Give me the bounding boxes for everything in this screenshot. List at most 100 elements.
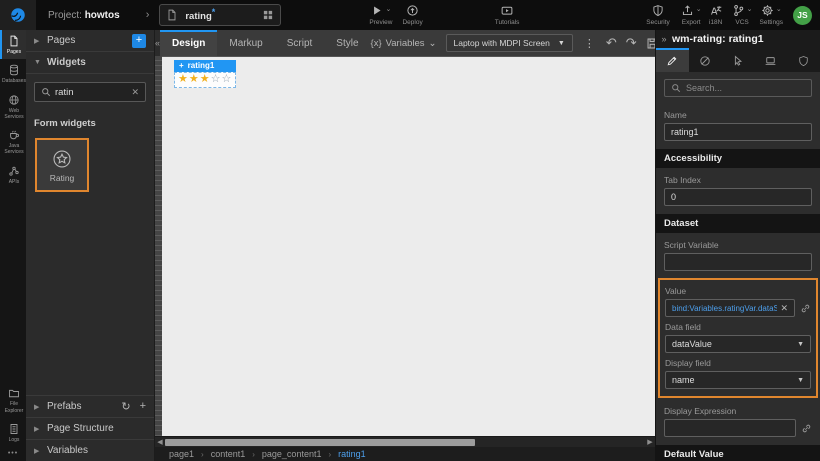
i18n-button[interactable]: i18N	[709, 4, 723, 26]
widgets-section-header[interactable]: ▼ Widgets	[26, 52, 154, 74]
tab-events[interactable]	[722, 48, 755, 72]
move-icon[interactable]: +	[179, 61, 184, 70]
properties-panel-header: » wm-rating: rating1	[656, 30, 820, 48]
rail-item-logs[interactable]: Logs	[0, 418, 26, 447]
search-icon	[41, 87, 51, 97]
tab-security[interactable]	[787, 48, 820, 72]
page-structure-section-header[interactable]: ▶ Page Structure	[26, 417, 154, 439]
gear-icon	[761, 4, 774, 17]
settings-button[interactable]: ⌄ Settings	[760, 4, 784, 26]
breadcrumb-separator: ›	[201, 450, 204, 459]
preview-button[interactable]: ⌄ Preview	[369, 4, 392, 26]
pages-section-header[interactable]: ▶ Pages +	[26, 30, 154, 52]
grid-icon[interactable]	[262, 9, 274, 21]
tab-style[interactable]: Style	[324, 30, 370, 56]
device-icon	[764, 55, 777, 67]
canvas-wrap: + rating1 ★★★☆☆	[155, 56, 655, 436]
horizontal-scrollbar[interactable]: ◀ ▶	[155, 436, 655, 447]
breadcrumb-item[interactable]: content1	[211, 449, 246, 459]
accessibility-section-header: Accessibility	[656, 149, 820, 168]
rail-item-java-services[interactable]: Java Services	[0, 124, 26, 160]
data-field-select[interactable]: dataValue ▼	[665, 335, 811, 353]
rail-item-pages[interactable]: Pages	[0, 30, 26, 59]
left-panel-spacer	[26, 192, 154, 395]
value-binding-input[interactable]: bind:Variables.ratingVar.dataSet ✕	[665, 299, 795, 317]
rating-widget-instance[interactable]: + rating1 ★★★☆☆	[174, 60, 236, 88]
display-expression-input[interactable]	[664, 419, 796, 437]
rail-item-web-services[interactable]: Web Services	[0, 89, 26, 125]
prefabs-section-header[interactable]: ▶ Prefabs ↻ +	[26, 395, 154, 417]
star-empty-icon: ☆	[211, 73, 222, 85]
tab-script[interactable]: Script	[275, 30, 325, 56]
chevron-right-icon: ▶	[34, 447, 41, 455]
variables-dropdown[interactable]: {x} Variables ⌄	[371, 38, 437, 49]
database-icon	[8, 64, 20, 76]
deploy-button[interactable]: Deploy	[402, 4, 422, 26]
breadcrumb-item-active[interactable]: rating1	[338, 449, 366, 459]
caret-down-icon: ▼	[797, 341, 804, 348]
globe-icon	[8, 94, 20, 106]
properties-panel-tabs	[656, 48, 820, 72]
left-panel: ▶ Pages + ▼ Widgets ratin ✕ Form widgets…	[26, 30, 155, 461]
coffee-icon	[8, 129, 20, 141]
breadcrumb-item[interactable]: page_content1	[262, 449, 322, 459]
design-canvas[interactable]: + rating1 ★★★☆☆	[162, 56, 655, 436]
top-bar: Project: howtos › rating* ⌄ Preview Depl…	[0, 0, 820, 30]
export-icon	[681, 4, 694, 17]
add-prefab-icon[interactable]: +	[140, 400, 146, 413]
refresh-prefabs-icon[interactable]: ↻	[121, 400, 130, 413]
clear-binding-icon[interactable]: ✕	[780, 303, 788, 314]
selected-widget-title: wm-rating: rating1	[672, 33, 764, 45]
tab-properties[interactable]	[656, 48, 689, 72]
app-logo[interactable]	[0, 0, 36, 30]
add-page-button[interactable]: +	[132, 34, 146, 48]
display-field-select[interactable]: name ▼	[665, 371, 811, 389]
document-icon	[166, 9, 178, 21]
user-avatar[interactable]: JS	[793, 6, 812, 25]
rail-more-button[interactable]: •••	[0, 447, 26, 461]
security-button[interactable]: Security	[646, 4, 669, 26]
open-page-tab[interactable]: rating*	[159, 4, 281, 26]
chevron-down-icon: ▼	[34, 59, 41, 66]
chevron-down-icon: ⌄	[747, 4, 753, 16]
chevron-down-icon: ⌄	[696, 4, 702, 16]
rail-item-apis[interactable]: APIs	[0, 160, 26, 189]
tab-markup[interactable]: Markup	[217, 30, 274, 56]
shield-outline-icon	[798, 55, 809, 67]
property-search-input[interactable]: Search...	[664, 79, 812, 97]
undo-icon[interactable]: ↶	[606, 35, 617, 51]
scroll-left-icon[interactable]: ◀	[155, 437, 165, 447]
rail-item-file-explorer[interactable]: File Explorer	[0, 382, 26, 418]
tutorials-button[interactable]: Tutorials	[495, 4, 520, 26]
scroll-right-icon[interactable]: ▶	[645, 437, 655, 447]
collapse-right-panel-button[interactable]: »	[656, 34, 672, 44]
widget-selection-header[interactable]: + rating1	[174, 60, 236, 72]
breadcrumb-item[interactable]: page1	[169, 449, 194, 459]
widget-search-input[interactable]: ratin ✕	[34, 82, 146, 102]
widget-group-label: Form widgets	[34, 118, 146, 129]
tab-styles[interactable]	[689, 48, 722, 72]
log-icon	[8, 423, 20, 435]
device-selector[interactable]: Laptop with MDPI Screen ▼	[446, 34, 573, 52]
vcs-button[interactable]: ⌄ VCS	[732, 4, 753, 26]
redo-icon[interactable]: ↷	[626, 35, 637, 51]
name-input[interactable]: rating1	[664, 123, 812, 141]
bind-link-icon[interactable]	[801, 423, 812, 434]
export-button[interactable]: ⌄ Export	[681, 4, 702, 26]
chevron-right-icon: ▶	[34, 403, 41, 411]
bind-link-icon[interactable]	[800, 303, 811, 314]
rating-stars[interactable]: ★★★☆☆	[174, 72, 236, 88]
clear-search-icon[interactable]: ✕	[131, 87, 139, 98]
vertical-ruler	[155, 56, 162, 436]
scrollbar-thumb[interactable]	[165, 439, 475, 446]
more-options-icon[interactable]: ⋮	[582, 37, 597, 50]
cloud-upload-icon	[406, 4, 419, 17]
script-variable-input[interactable]	[664, 253, 812, 271]
tab-design[interactable]: Design	[160, 30, 217, 56]
chevron-down-icon: ⌄	[776, 4, 782, 16]
tab-index-input[interactable]: 0	[664, 188, 812, 206]
tab-device[interactable]	[754, 48, 787, 72]
variables-section-header[interactable]: ▶ Variables	[26, 439, 154, 461]
rating-widget-tile[interactable]: Rating	[35, 138, 89, 192]
rail-item-databases[interactable]: Databases	[0, 59, 26, 88]
